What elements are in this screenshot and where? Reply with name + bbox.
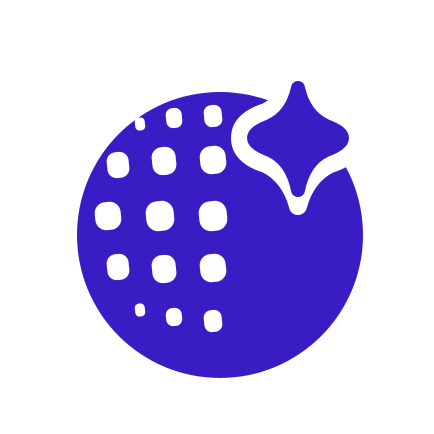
logo-canvas: [0, 0, 434, 434]
disco-ball-sparkle-logo: [77, 81, 363, 378]
